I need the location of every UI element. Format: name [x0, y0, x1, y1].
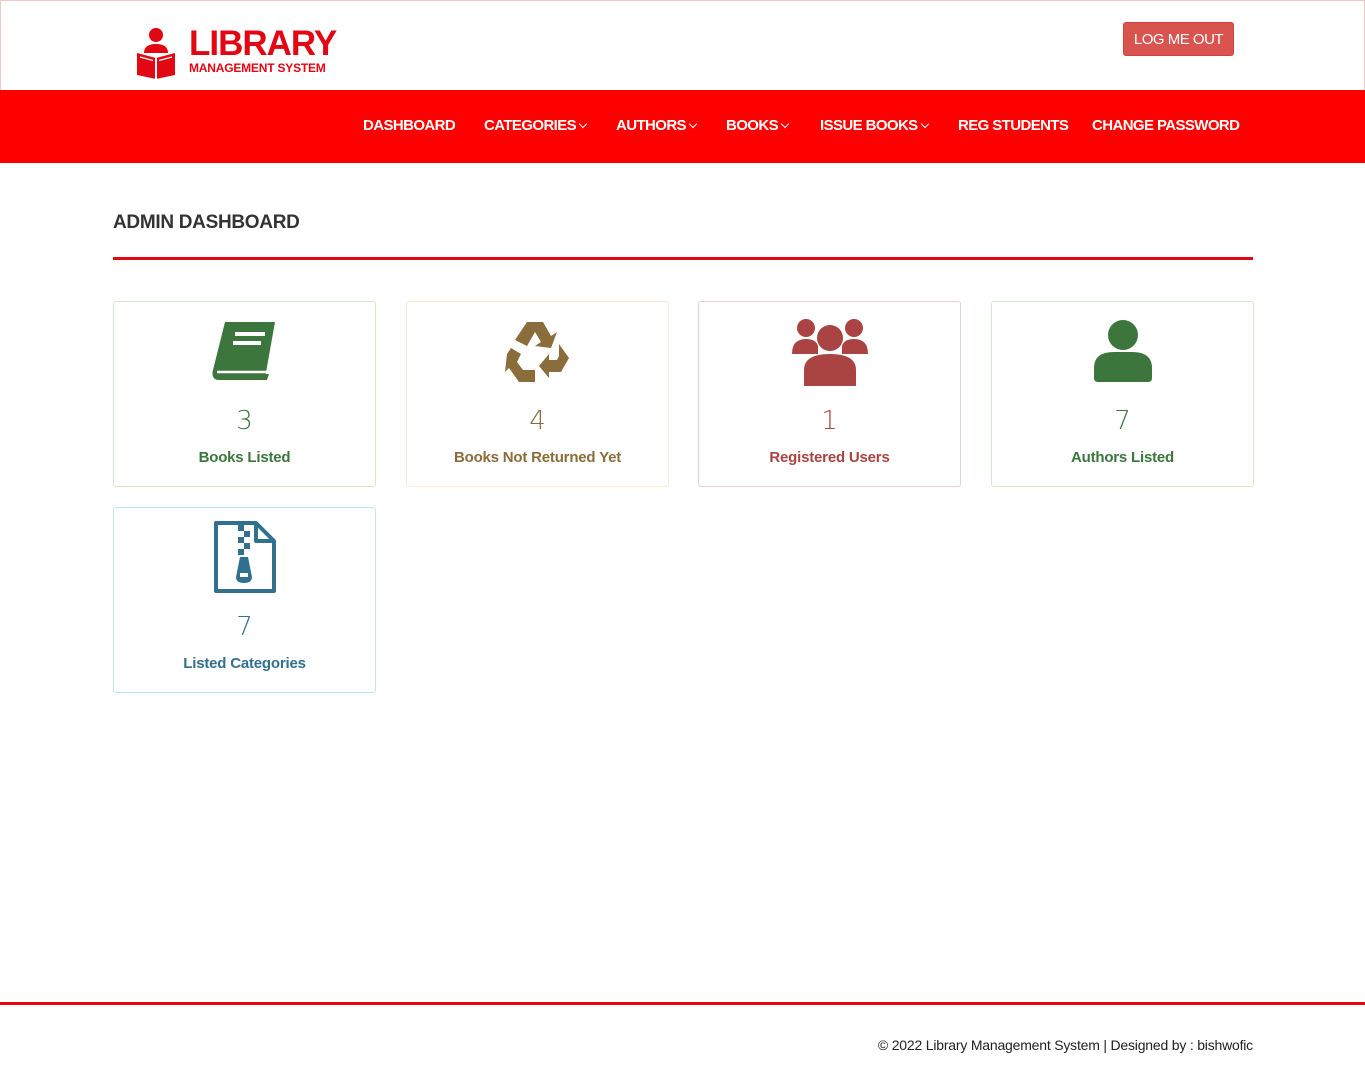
nav-item-dashboard[interactable]: DASHBOARD	[363, 90, 456, 163]
stat-label: Authors Listed	[1070, 449, 1175, 466]
footer-divider	[0, 1002, 1365, 1005]
book-icon	[114, 316, 375, 386]
recycle-icon	[407, 316, 668, 386]
user-icon	[992, 316, 1253, 386]
main-nav: DASHBOARD CATEGORIES AUTHORS BOOKS ISSUE…	[0, 90, 1365, 163]
logo-text: LIBRARY MANAGEMENT SYSTEM	[189, 24, 337, 75]
stat-count: 7	[1114, 406, 1131, 436]
nav-label: DASHBOARD	[363, 117, 456, 134]
nav-item-categories[interactable]: CATEGORIES	[484, 90, 588, 163]
chevron-down-icon	[578, 119, 588, 129]
stat-count: 1	[821, 406, 838, 436]
site-header: LIBRARY MANAGEMENT SYSTEM LOG ME OUT	[0, 0, 1365, 90]
nav-label: CHANGE PASSWORD	[1092, 117, 1240, 134]
chevron-down-icon	[688, 119, 698, 129]
nav-item-books[interactable]: BOOKS	[726, 90, 790, 163]
stat-card-books-listed[interactable]: 3 Books Listed	[113, 301, 376, 487]
logo-subtitle: MANAGEMENT SYSTEM	[189, 61, 326, 75]
nav-item-change-password[interactable]: CHANGE PASSWORD	[1092, 90, 1240, 163]
stat-label: Registered Users	[769, 449, 890, 466]
stat-count: 4	[529, 406, 546, 436]
stat-card-registered-users[interactable]: 1 Registered Users	[698, 301, 961, 487]
nav-label: BOOKS	[726, 117, 779, 134]
nav-label: REG STUDENTS	[958, 117, 1069, 134]
chevron-down-icon	[920, 119, 929, 129]
stat-count: 7	[236, 612, 253, 642]
footer-copyright: © 2022 Library Management System | Desig…	[877, 1037, 1253, 1053]
stat-count: 3	[236, 406, 253, 436]
nav-item-authors[interactable]: AUTHORS	[616, 90, 698, 163]
stat-label: Books Not Returned Yet	[453, 449, 622, 466]
logo-title: LIBRARY	[189, 24, 337, 63]
reader-icon	[137, 28, 175, 79]
nav-item-issue-books[interactable]: ISSUE BOOKS	[820, 90, 929, 163]
nav-label: CATEGORIES	[484, 117, 577, 134]
logout-button[interactable]: LOG ME OUT	[1123, 22, 1234, 56]
chevron-down-icon	[780, 119, 790, 129]
nav-label: ISSUE BOOKS	[820, 117, 918, 134]
logo[interactable]: LIBRARY MANAGEMENT SYSTEM	[135, 24, 337, 79]
page-title: ADMIN DASHBOARD	[113, 212, 300, 233]
users-icon	[699, 316, 960, 386]
stat-label: Listed Categories	[183, 655, 306, 672]
stat-card-books-not-returned[interactable]: 4 Books Not Returned Yet	[406, 301, 669, 487]
nav-item-reg-students[interactable]: REG STUDENTS	[958, 90, 1069, 163]
title-divider	[113, 257, 1253, 260]
stat-label: Books Listed	[198, 449, 291, 466]
nav-label: AUTHORS	[616, 117, 687, 134]
stat-card-authors-listed[interactable]: 7 Authors Listed	[991, 301, 1254, 487]
stat-card-listed-categories[interactable]: 7 Listed Categories	[113, 507, 376, 693]
file-zip-icon	[114, 521, 375, 593]
